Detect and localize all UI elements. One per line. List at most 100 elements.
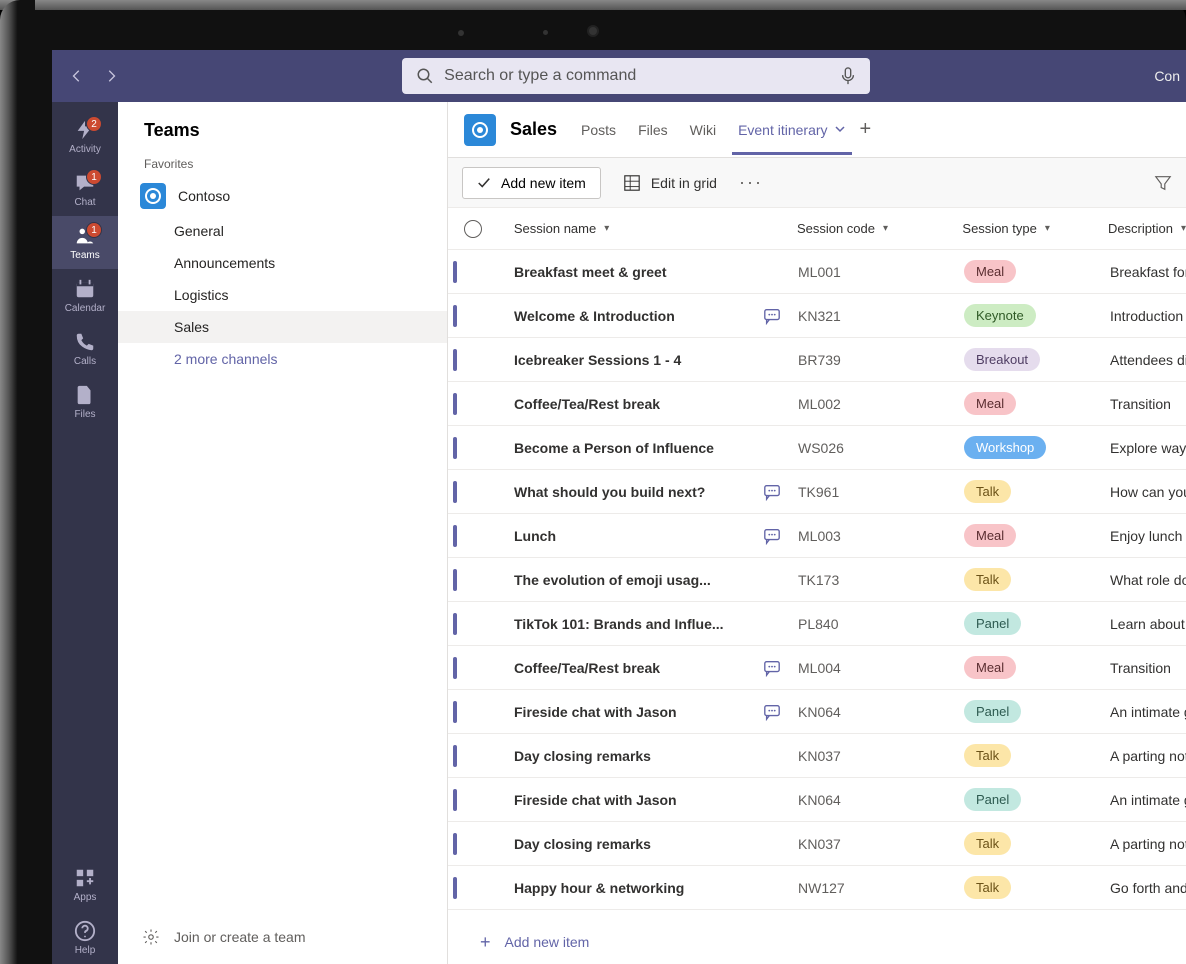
rail-item-apps[interactable]: Apps <box>52 858 118 911</box>
drag-handle-icon[interactable] <box>453 437 457 459</box>
rail-item-activity[interactable]: Activity2 <box>52 110 118 163</box>
table-row[interactable]: TikTok 101: Brands and Influe... PL840 P… <box>448 602 1186 646</box>
forward-icon[interactable] <box>104 69 118 83</box>
files-icon <box>74 384 96 406</box>
title-bar: Search or type a command Con <box>52 50 1186 102</box>
drag-handle-icon[interactable] <box>453 789 457 811</box>
table-row[interactable]: Become a Person of Influence WS026 Works… <box>448 426 1186 470</box>
microphone-icon[interactable] <box>840 67 856 85</box>
more-actions-button[interactable]: ··· <box>739 172 763 193</box>
drag-handle-icon[interactable] <box>453 701 457 723</box>
add-row-label: Add new item <box>505 934 590 950</box>
add-tab-button[interactable]: + <box>860 118 872 141</box>
cell-session-code: BR739 <box>798 352 964 368</box>
drag-handle-icon[interactable] <box>453 305 457 327</box>
edit-in-grid-button[interactable]: Edit in grid <box>623 174 717 192</box>
table-row[interactable]: Fireside chat with Jason KN064 Panel An … <box>448 778 1186 822</box>
add-new-row-button[interactable]: + Add new item <box>448 920 1186 964</box>
column-session-type[interactable]: Session type▾ <box>962 221 1108 236</box>
check-icon <box>477 176 491 190</box>
cell-description: Learn about creating <box>1110 616 1186 632</box>
cell-session-code: ML001 <box>798 264 964 280</box>
cell-description: A parting note from <box>1110 836 1186 852</box>
badge: 2 <box>86 116 102 132</box>
column-description[interactable]: Description▾ <box>1108 221 1186 236</box>
tab-files[interactable]: Files <box>638 105 668 155</box>
comments-icon[interactable] <box>763 483 781 501</box>
comments-icon[interactable] <box>763 659 781 677</box>
table-row[interactable]: Happy hour & networking NW127 Talk Go fo… <box>448 866 1186 910</box>
table-row[interactable]: Lunch ML003 Meal Enjoy lunch catered <box>448 514 1186 558</box>
drag-handle-icon[interactable] <box>453 877 457 899</box>
cell-session-code: KN064 <box>798 792 964 808</box>
tab-event-itinerary[interactable]: Event itinerary <box>738 105 845 155</box>
column-session-name[interactable]: Session name▾ <box>498 221 797 236</box>
table-row[interactable]: Day closing remarks KN037 Talk A parting… <box>448 734 1186 778</box>
cell-session-type: Breakout <box>964 348 1110 371</box>
more-channels-link[interactable]: 2 more channels <box>118 343 447 375</box>
rail-item-calendar[interactable]: Calendar <box>52 269 118 322</box>
drag-handle-icon[interactable] <box>453 833 457 855</box>
table-row[interactable]: Welcome & Introduction KN321 Keynote Int… <box>448 294 1186 338</box>
comments-icon[interactable] <box>763 703 781 721</box>
cell-session-type: Keynote <box>964 304 1110 327</box>
rail-item-calls[interactable]: Calls <box>52 322 118 375</box>
drag-handle-icon[interactable] <box>453 349 457 371</box>
cell-description: An intimate gatherin <box>1110 792 1186 808</box>
cell-session-name: Breakfast meet & greet <box>498 264 746 280</box>
table-row[interactable]: Breakfast meet & greet ML001 Meal Breakf… <box>448 250 1186 294</box>
join-create-team[interactable]: Join or create a team <box>118 910 447 964</box>
drag-handle-icon[interactable] <box>453 261 457 283</box>
table-row[interactable]: Coffee/Tea/Rest break ML004 Meal Transit… <box>448 646 1186 690</box>
table-row[interactable]: What should you build next? TK961 Talk H… <box>448 470 1186 514</box>
cell-session-code: KN321 <box>798 308 964 324</box>
cell-session-code: WS026 <box>798 440 964 456</box>
comments-icon[interactable] <box>763 307 781 325</box>
cell-session-type: Meal <box>964 656 1110 679</box>
drag-handle-icon[interactable] <box>453 569 457 591</box>
table-row[interactable]: Day closing remarks KN037 Talk A parting… <box>448 822 1186 866</box>
drag-handle-icon[interactable] <box>453 657 457 679</box>
cell-session-type: Meal <box>964 260 1110 283</box>
rail-item-files[interactable]: Files <box>52 375 118 428</box>
plus-icon: + <box>480 932 491 953</box>
rail-item-help[interactable]: Help <box>52 911 118 964</box>
rail-item-chat[interactable]: Chat1 <box>52 163 118 216</box>
cell-session-type: Workshop <box>964 436 1110 459</box>
cell-session-type: Talk <box>964 832 1110 855</box>
drag-handle-icon[interactable] <box>453 393 457 415</box>
cell-session-name: Coffee/Tea/Rest break <box>498 396 746 412</box>
table-row[interactable]: The evolution of emoji usag... TK173 Tal… <box>448 558 1186 602</box>
add-new-item-button[interactable]: Add new item <box>462 167 601 199</box>
cell-session-name: Welcome & Introduction <box>498 308 746 324</box>
cell-session-code: TK173 <box>798 572 964 588</box>
drag-handle-icon[interactable] <box>453 481 457 503</box>
team-avatar-icon <box>140 183 166 209</box>
search-input[interactable]: Search or type a command <box>402 58 870 94</box>
cell-session-code: PL840 <box>798 616 964 632</box>
team-header[interactable]: Contoso <box>118 177 447 215</box>
tab-wiki[interactable]: Wiki <box>690 105 716 155</box>
drag-handle-icon[interactable] <box>453 745 457 767</box>
tab-posts[interactable]: Posts <box>581 105 616 155</box>
filter-icon[interactable] <box>1154 174 1172 192</box>
channel-general[interactable]: General <box>118 215 447 247</box>
drag-handle-icon[interactable] <box>453 613 457 635</box>
sidebar-footer-label: Join or create a team <box>174 929 306 945</box>
channel-header: Sales PostsFilesWikiEvent itinerary + <box>448 102 1186 158</box>
rail-item-teams[interactable]: Teams1 <box>52 216 118 269</box>
table-row[interactable]: Coffee/Tea/Rest break ML002 Meal Transit… <box>448 382 1186 426</box>
comments-icon[interactable] <box>763 527 781 545</box>
channel-sales[interactable]: Sales <box>118 311 447 343</box>
column-session-code[interactable]: Session code▾ <box>797 221 962 236</box>
cell-session-name: What should you build next? <box>498 484 746 500</box>
back-icon[interactable] <box>70 69 84 83</box>
channel-logistics[interactable]: Logistics <box>118 279 447 311</box>
channel-announcements[interactable]: Announcements <box>118 247 447 279</box>
cell-session-type: Meal <box>964 392 1110 415</box>
drag-handle-icon[interactable] <box>453 525 457 547</box>
table-row[interactable]: Fireside chat with Jason KN064 Panel An … <box>448 690 1186 734</box>
cell-session-type: Panel <box>964 612 1110 635</box>
table-row[interactable]: Icebreaker Sessions 1 - 4 BR739 Breakout… <box>448 338 1186 382</box>
select-all-checkbox[interactable] <box>464 220 482 238</box>
